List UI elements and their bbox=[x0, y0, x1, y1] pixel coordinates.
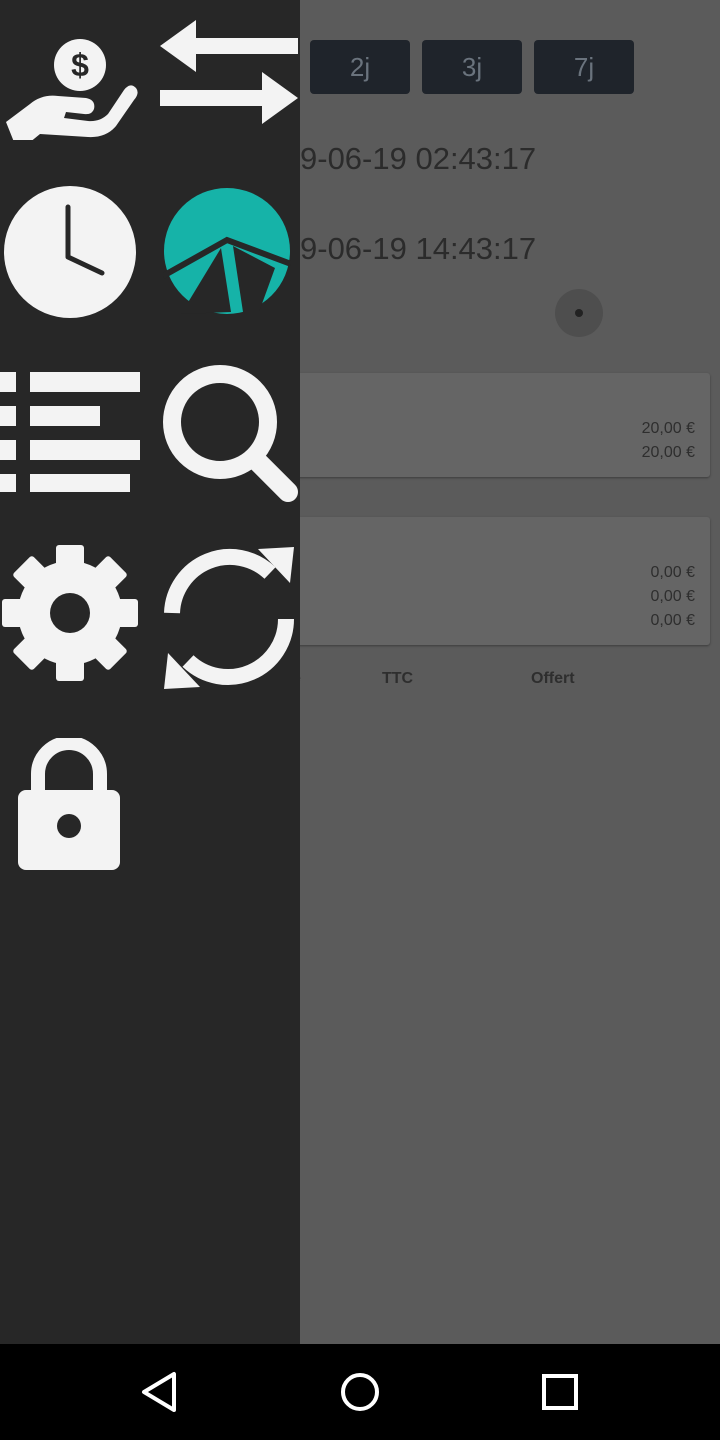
navigation-drawer: $ bbox=[0, 0, 300, 1344]
svg-text:$: $ bbox=[71, 47, 89, 83]
range-2j-button[interactable]: 2j bbox=[310, 40, 410, 94]
summary-card-details: 0,00 € 0,00 € 0,00 € bbox=[290, 517, 710, 645]
home-icon[interactable] bbox=[336, 1368, 384, 1416]
transfer-arrows-icon[interactable] bbox=[160, 18, 300, 128]
start-datetime[interactable]: 9-06-19 02:43:17 bbox=[300, 141, 536, 177]
card-amount: 20,00 € bbox=[641, 420, 695, 437]
range-7j-button[interactable]: 7j bbox=[534, 40, 634, 94]
recents-icon[interactable] bbox=[536, 1368, 584, 1416]
card-amount: 0,00 € bbox=[650, 564, 695, 581]
card-amount: 0,00 € bbox=[650, 588, 695, 605]
column-header-ttc[interactable]: TTC bbox=[382, 670, 413, 688]
summary-card-totals: 20,00 € 20,00 € bbox=[290, 373, 710, 477]
card-amount: 20,00 € bbox=[641, 444, 695, 461]
end-datetime[interactable]: 9-06-19 14:43:17 bbox=[300, 231, 536, 267]
list-icon[interactable] bbox=[0, 370, 142, 494]
lock-icon[interactable] bbox=[16, 738, 122, 872]
back-icon[interactable] bbox=[136, 1368, 184, 1416]
cash-payment-icon[interactable]: $ bbox=[0, 18, 140, 140]
column-header-offert[interactable]: Offert bbox=[531, 670, 575, 688]
system-navigation-bar bbox=[0, 1344, 720, 1440]
refresh-knob-button[interactable] bbox=[555, 289, 603, 337]
clock-icon[interactable] bbox=[2, 185, 138, 319]
card-amount: 0,00 € bbox=[650, 612, 695, 629]
sync-refresh-icon[interactable] bbox=[158, 543, 300, 693]
search-icon[interactable] bbox=[160, 362, 300, 502]
brand-logo-icon[interactable] bbox=[163, 184, 291, 318]
settings-gear-icon[interactable] bbox=[0, 543, 140, 683]
range-3j-button[interactable]: 3j bbox=[422, 40, 522, 94]
